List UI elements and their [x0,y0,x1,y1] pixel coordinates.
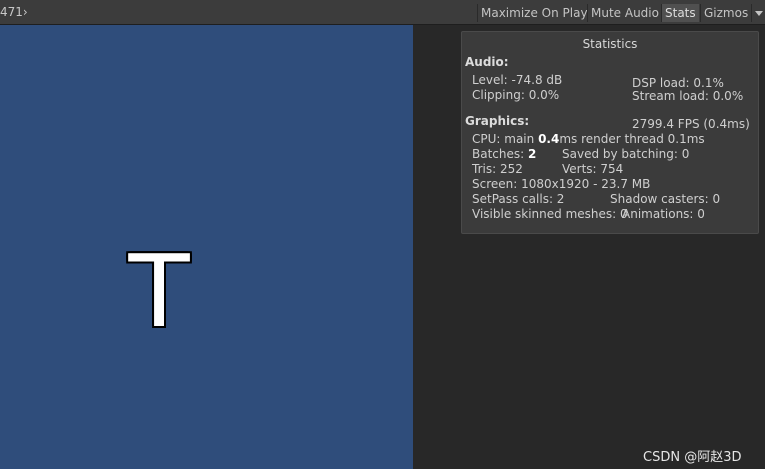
fps-readout: 2799.4 FPS (0.4ms) [632,117,750,131]
gizmos-button[interactable]: Gizmos [700,4,751,22]
batches: Batches: 2 [472,147,536,161]
screen-info: Screen: 1080x1920 - 23.7 MB [472,177,651,191]
gizmos-dropdown-arrow-icon[interactable] [751,4,765,22]
cpu-prefix: CPU: main [472,132,539,146]
stream-load: Stream load: 0.0% [632,89,744,103]
game-text: T [128,233,190,350]
batches-value: 2 [528,147,537,161]
batches-prefix: Batches: [472,147,528,161]
resolution-label[interactable]: 471› [0,5,28,19]
graphics-header: Graphics: [465,114,530,128]
animations-count: Animations: 0 [622,207,705,221]
dsp-load: DSP load: 0.1% [632,76,724,90]
shadow-casters: Shadow casters: 0 [610,192,721,206]
audio-header: Audio: [465,55,509,69]
maximize-on-play-button[interactable]: Maximize On Play [477,4,588,22]
audio-level: Level: -74.8 dB [472,73,563,87]
tris-count: Tris: 252 [472,162,523,176]
stats-button[interactable]: Stats [661,4,699,22]
stats-title: Statistics [582,37,638,51]
cpu-suffix: ms render thread 0.1ms [559,132,705,146]
verts-count: Verts: 754 [562,162,624,176]
saved-by-batching: Saved by batching: 0 [562,147,690,161]
audio-clipping: Clipping: 0.0% [472,88,560,102]
game-view[interactable] [0,25,413,469]
cpu-timing: CPU: main 0.4ms render thread 0.1ms [472,132,705,146]
watermark: CSDN @阿赵3D [643,450,742,465]
setpass-calls: SetPass calls: 2 [472,192,565,206]
visible-skinned-meshes: Visible skinned meshes: 0 [472,207,628,221]
cpu-main-value: 0.4 [538,132,560,146]
mute-audio-button[interactable]: Mute Audio [587,4,659,22]
game-view-toolbar: 471› Maximize On Play Mute Audio Stats G… [0,0,765,25]
statistics-panel: Statistics Audio: Level: -74.8 dB DSP lo… [461,31,759,234]
